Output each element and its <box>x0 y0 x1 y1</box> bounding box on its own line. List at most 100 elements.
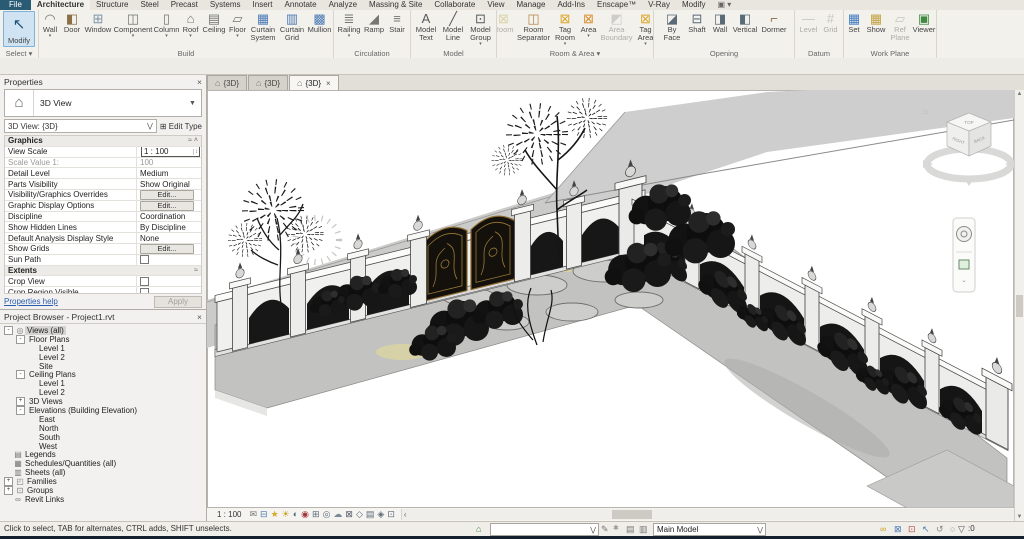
dropdown-arrow-icon[interactable]: ▾ <box>49 34 52 39</box>
ribbon-button-room-separator[interactable]: ◫RoomSeparator <box>515 10 553 48</box>
property-value[interactable]: 100 <box>137 158 201 168</box>
ribbon-button-curtain-system[interactable]: ▦CurtainSystem <box>248 10 278 48</box>
view-control-icon-9[interactable]: ☁ <box>333 509 342 520</box>
tree-item-3d-views[interactable]: +3D Views <box>2 397 206 406</box>
tree-item-level-2[interactable]: Level 2 <box>2 388 206 397</box>
ribbon-button-roof[interactable]: ⌂Roof▾ <box>180 10 201 48</box>
view-tab-3[interactable]: ⌂{3D}× <box>289 75 339 90</box>
dropdown-arrow-icon[interactable]: ▾ <box>165 34 168 39</box>
spinner-icon[interactable]: ↕ <box>193 149 199 155</box>
menu-tab-view[interactable]: View <box>481 0 510 10</box>
property-value[interactable]: None <box>137 233 201 243</box>
type-selector[interactable]: ⌂ 3D View ▼ <box>4 89 202 117</box>
ribbon-button-stair[interactable]: ≡Stair <box>386 10 408 48</box>
properties-close-icon[interactable]: × <box>197 77 202 87</box>
edit-button[interactable]: Edit... <box>140 190 194 200</box>
edit-workset-icon[interactable]: ✎ <box>601 524 609 535</box>
selection-toggle-icon-5[interactable]: ↺ <box>936 524 944 535</box>
tree-item-groups[interactable]: +⊡Groups <box>2 486 206 495</box>
property-row-scale-value-1[interactable]: Scale Value 1:100 <box>5 158 201 169</box>
view-control-icon-3[interactable]: ★ <box>271 509 279 520</box>
tree-item-north[interactable]: North <box>2 424 206 433</box>
property-row-sun-path[interactable]: Sun Path <box>5 255 201 266</box>
menu-tab-insert[interactable]: Insert <box>247 0 279 10</box>
section-pin-icon[interactable]: ≈ <box>194 267 198 274</box>
tree-expander-icon[interactable]: - <box>16 370 25 379</box>
tree-item-west[interactable]: West <box>2 442 206 451</box>
browser-close-icon[interactable]: × <box>197 312 202 322</box>
tree-expander-icon[interactable]: + <box>16 397 25 406</box>
ribbon-button-railing[interactable]: ≣Railing▾ <box>336 10 362 48</box>
view-control-icon-4[interactable]: ☀ <box>282 509 290 520</box>
ribbon-button-set[interactable]: ▦Set <box>844 10 864 48</box>
tree-expander-icon[interactable]: - <box>4 326 13 335</box>
menu-tab-[interactable]: ▣ ▾ <box>712 0 738 10</box>
view-control-icon-5[interactable]: ◐ <box>293 509 298 520</box>
dropdown-arrow-icon[interactable]: ▾ <box>236 34 239 39</box>
tree-item-families[interactable]: +◰Families <box>2 477 206 486</box>
menu-tab-analyze[interactable]: Analyze <box>323 0 363 10</box>
view-tab-2[interactable]: ⌂{3D} <box>248 75 288 90</box>
edit-type-button[interactable]: ⊞ Edit Type <box>160 122 202 131</box>
navigation-bar[interactable]: ⌄ <box>953 218 975 292</box>
checkbox-sun-path[interactable] <box>140 255 149 264</box>
property-row-visibility-graphics-overrides[interactable]: Visibility/Graphics OverridesEdit... <box>5 190 201 201</box>
tree-item-legends[interactable]: ▤Legends <box>2 450 206 459</box>
view-control-icon-8[interactable]: ◎ <box>323 509 331 520</box>
property-value[interactable]: By Discipline <box>137 222 201 232</box>
tree-item-south[interactable]: South <box>2 433 206 442</box>
ribbon-button-show[interactable]: ▦Show <box>864 10 888 48</box>
tree-item-sheets-all[interactable]: ▥Sheets (all) <box>2 468 206 477</box>
view-control-icon-6[interactable]: ◉ <box>301 509 309 520</box>
property-row-parts-visibility[interactable]: Parts VisibilityShow Original <box>5 179 201 190</box>
horizontal-scrollbar[interactable]: ‹ <box>401 509 1014 520</box>
view-control-icon-10[interactable]: ⊠ <box>345 509 353 520</box>
filter-icon[interactable]: ▽ <box>958 524 965 535</box>
tree-expander-icon[interactable]: - <box>16 406 25 415</box>
menu-tab-add-ins[interactable]: Add-Ins <box>551 0 591 10</box>
ribbon-button-area[interactable]: ⊠Area▾ <box>578 10 600 48</box>
tree-item-floor-plans[interactable]: -Floor Plans <box>2 335 206 344</box>
tree-item-site[interactable]: Site <box>2 362 206 371</box>
horizontal-scroll-thumb[interactable] <box>612 510 652 519</box>
property-value[interactable] <box>137 255 201 265</box>
property-row-view-scale[interactable]: View Scale1 : 100↕ <box>5 147 201 158</box>
ribbon-button-model-line[interactable]: ╱ModelLine <box>440 10 467 48</box>
view-instance-select[interactable]: 3D View: {3D} ⋁ <box>4 119 157 133</box>
close-icon[interactable]: × <box>326 79 331 88</box>
property-row-show-grids[interactable]: Show GridsEdit... <box>5 244 201 255</box>
property-value[interactable]: Medium <box>137 168 201 178</box>
tree-item-views-all[interactable]: -◎Views (all) <box>2 326 206 335</box>
property-value[interactable]: Edit... <box>137 190 201 200</box>
ribbon-button-by-face[interactable]: ◪ByFace <box>659 10 685 48</box>
selection-toggle-icon-6[interactable]: ○ <box>950 524 955 534</box>
chevron-down-icon[interactable]: ⌄ <box>961 278 966 284</box>
steering-wheel-icon[interactable] <box>957 227 972 242</box>
edit-button[interactable]: Edit... <box>140 244 194 254</box>
scroll-left-icon[interactable]: ‹ <box>404 509 407 520</box>
property-value[interactable] <box>137 276 201 286</box>
dropdown-arrow-icon[interactable]: ▾ <box>479 42 482 47</box>
view-scale-control[interactable]: 1 : 100 <box>217 510 241 519</box>
view-tab-1[interactable]: ⌂{3D} <box>207 75 247 90</box>
view-control-icon-2[interactable]: ⊟ <box>260 509 268 520</box>
tree-expander-icon[interactable]: + <box>4 486 13 495</box>
menu-tab-file[interactable]: File <box>0 0 31 10</box>
gear-icon[interactable]: ✱ <box>613 524 619 532</box>
section-pin-icon[interactable]: ≈ ˄ <box>188 137 198 144</box>
ribbon-button-wall[interactable]: ◠Wall▾ <box>39 10 61 48</box>
properties-help-link[interactable]: Properties help <box>4 297 58 306</box>
tree-expander-icon[interactable]: - <box>16 335 25 344</box>
dropdown-arrow-icon[interactable]: ▾ <box>348 34 351 39</box>
property-row-default-analysis-display-style[interactable]: Default Analysis Display StyleNone <box>5 233 201 244</box>
design-option-icon[interactable]: ▤ <box>626 524 635 535</box>
checkbox-crop-view[interactable] <box>140 277 149 286</box>
home-icon[interactable]: ⌂ <box>923 107 928 116</box>
property-value[interactable]: Edit... <box>137 201 201 211</box>
vertical-scrollbar[interactable]: ▲ ▼ <box>1014 90 1024 521</box>
tree-item-revit-links[interactable]: ∞Revit Links <box>2 495 206 504</box>
ribbon-button-modify[interactable]: ↖Modify <box>3 11 35 47</box>
menu-tab-v-ray[interactable]: V-Ray <box>642 0 676 10</box>
menu-tab-systems[interactable]: Systems <box>204 0 247 10</box>
tree-expander-icon[interactable]: + <box>4 477 13 486</box>
